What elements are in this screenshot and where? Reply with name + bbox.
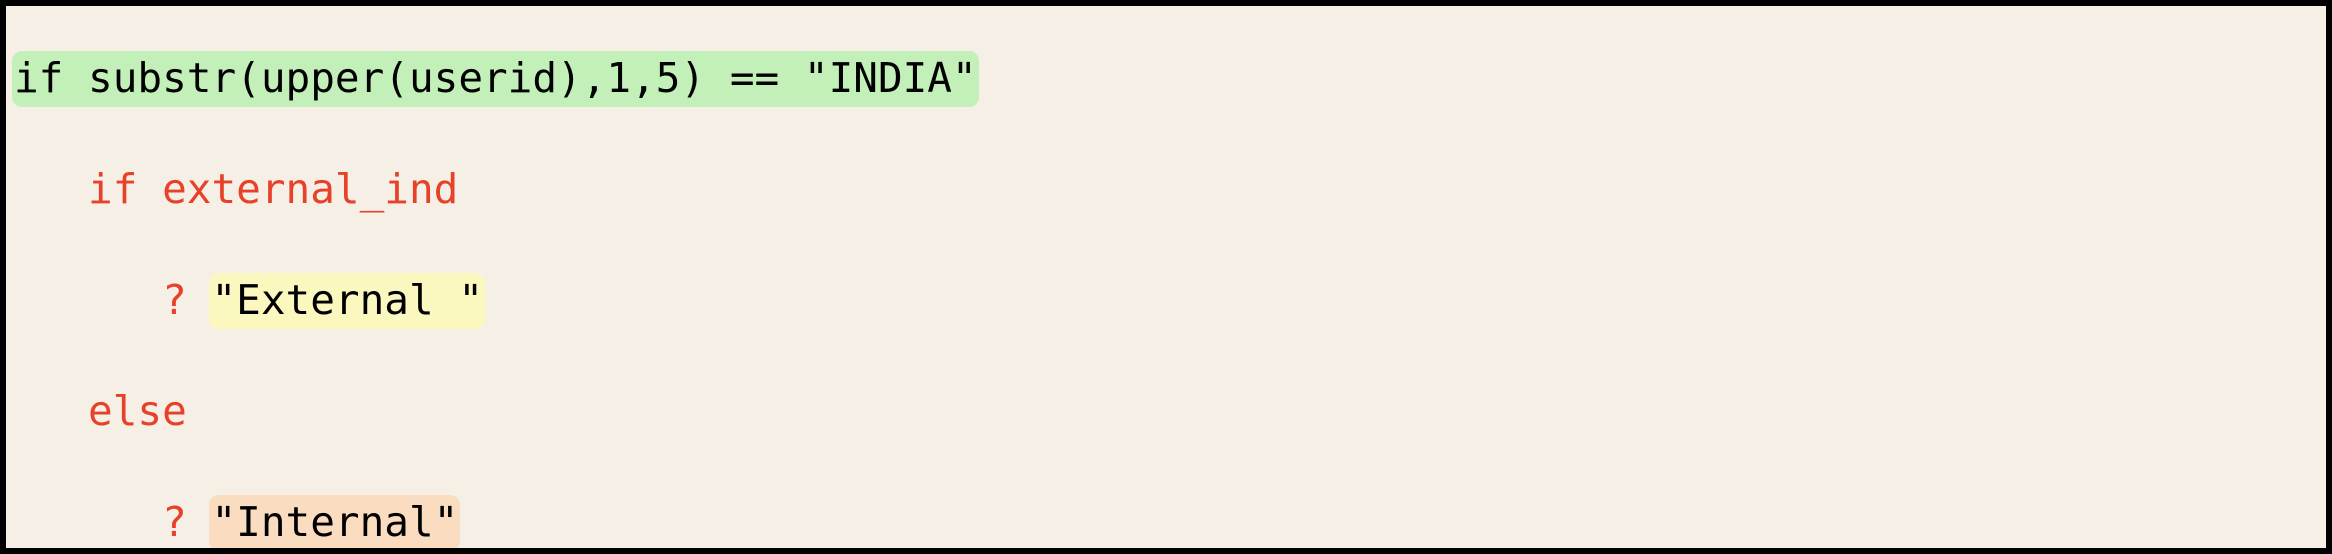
code-line: ? "External " [14, 273, 1841, 329]
code-listing-figure: if substr(upper(userid),1,5) == "INDIA" … [0, 0, 2332, 554]
code-line: if substr(upper(userid),1,5) == "INDIA" [12, 51, 1841, 107]
code-line: ? "Internal" [14, 495, 1841, 548]
code-line: else [14, 384, 1841, 440]
code-segment: else [14, 387, 187, 435]
highlighted-code-segment-yellow: "External " [209, 273, 486, 329]
highlighted-code-segment-orange: "Internal" [209, 495, 461, 548]
code-segment: ? [14, 498, 212, 546]
code-block: if substr(upper(userid),1,5) == "INDIA" … [6, 47, 1841, 548]
code-line: if external_ind [14, 162, 1841, 218]
highlighted-code-segment-green: if substr(upper(userid),1,5) == "INDIA" [12, 51, 979, 107]
code-segment: if external_ind [14, 165, 459, 213]
code-segment: ? [14, 276, 212, 324]
